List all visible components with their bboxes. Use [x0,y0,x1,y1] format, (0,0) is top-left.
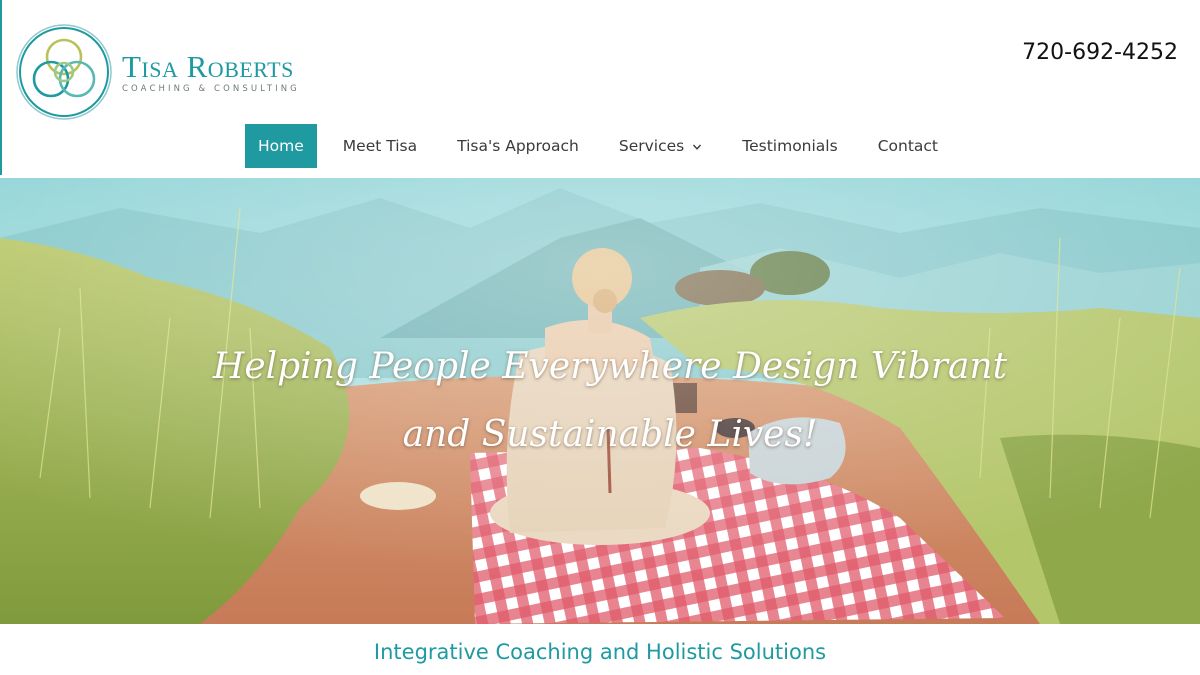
nav-item-tisas-approach[interactable]: Tisa's Approach [444,124,592,168]
nav-item-services[interactable]: Services [606,124,715,168]
main-nav: Home Meet Tisa Tisa's Approach Services … [245,124,965,168]
brand-tagline: Coaching & Consulting [122,83,300,94]
nav-item-meet-tisa[interactable]: Meet Tisa [330,124,430,168]
edge-accent [0,0,2,175]
nav-item-home[interactable]: Home [245,124,317,168]
phone-number-link[interactable]: 720-692-4252 [1022,40,1178,65]
interlocking-circles-logo-icon [16,24,112,120]
nav-item-label: Meet Tisa [342,137,418,155]
chevron-down-icon[interactable] [692,142,702,152]
section-tagline: Integrative Coaching and Holistic Soluti… [373,640,827,664]
hero-banner: Helping People Everywhere Design Vibrant… [0,178,1200,624]
nav-item-contact[interactable]: Contact [865,124,951,168]
nav-item-label: Contact [877,137,938,155]
site-logo-link[interactable]: Tisa Roberts Coaching & Consulting [14,22,300,122]
nav-item-label: Tisa's Approach [457,137,579,155]
brand-name: Tisa Roberts [122,48,294,84]
site-header: Tisa Roberts Coaching & Consulting 720-6… [0,0,1200,179]
page: Tisa Roberts Coaching & Consulting 720-6… [0,0,1200,675]
nav-item-label: Testimonials [742,137,838,155]
hero-headline: Helping People Everywhere Design Vibrant… [212,346,1008,455]
nav-item-label: Services [618,137,685,155]
nav-item-testimonials[interactable]: Testimonials [729,124,850,168]
nav-item-label: Home [258,137,304,155]
